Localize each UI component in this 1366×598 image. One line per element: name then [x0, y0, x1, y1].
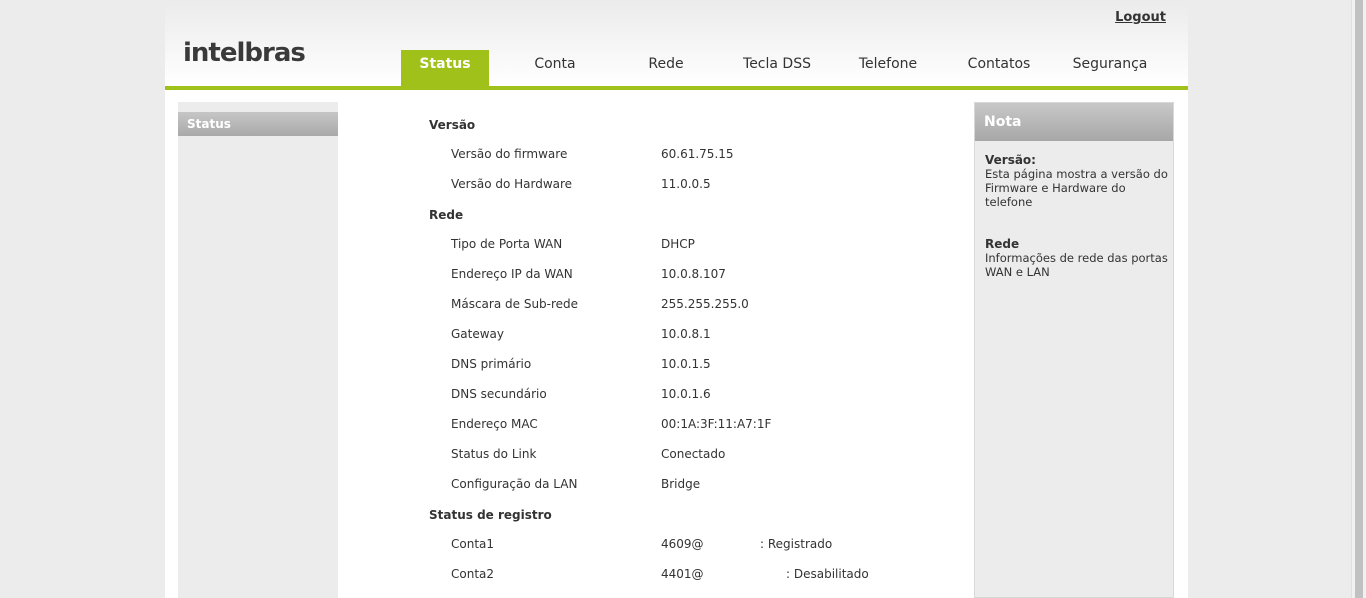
tab-tecla-dss[interactable]: Tecla DSS [733, 50, 821, 86]
nota-panel: Nota Versão: Esta página mostra a versão… [974, 102, 1174, 598]
row-value: 00:1A:3F:11:A7:1F [661, 417, 772, 431]
row-label: Endereço IP da WAN [451, 267, 573, 281]
nota-versao-text: Esta página mostra a versão do Firmware … [985, 167, 1168, 209]
row-value: 60.61.75.15 [661, 147, 734, 161]
row-label: Conta1 [451, 537, 495, 551]
intelbras-logo: intelbras [183, 38, 306, 68]
row-status: : Desabilitado [786, 567, 869, 581]
row-value: 10.0.1.6 [661, 387, 711, 401]
logout-link[interactable]: Logout [1115, 10, 1166, 25]
nota-title: Nota [975, 103, 1173, 141]
info-row: Endereço MAC 00:1A:3F:11:A7:1F [429, 410, 949, 440]
section-registro-title: Status de registro [429, 508, 552, 522]
row-status: : Registrado [760, 537, 833, 551]
nota-versao-title: Versão: [985, 153, 1036, 167]
nota-versao: Versão: Esta página mostra a versão do F… [985, 153, 1170, 209]
row-label: Gateway [451, 327, 505, 341]
row-label: Configuração da LAN [451, 477, 578, 491]
nota-rede-title: Rede [985, 237, 1020, 251]
row-label: Versão do Hardware [451, 177, 573, 191]
row-label: DNS primário [451, 357, 532, 371]
tab-contatos[interactable]: Contatos [955, 50, 1043, 86]
row-value: 4609@ [661, 537, 704, 551]
info-row: Conta2 4401@ : Desabilitado [429, 560, 949, 590]
row-value: 4401@ [661, 567, 704, 581]
info-row: Configuração da LAN Bridge [429, 470, 949, 500]
tab-seguranca[interactable]: Segurança [1066, 50, 1154, 86]
section-rede-title: Rede [429, 208, 464, 222]
info-row: Endereço IP da WAN 10.0.8.107 [429, 260, 949, 290]
row-value: 11.0.0.5 [661, 177, 711, 191]
row-value: Conectado [661, 447, 726, 461]
row-label: Conta2 [451, 567, 495, 581]
info-row: DNS primário 10.0.1.5 [429, 350, 949, 380]
row-value: 10.0.1.5 [661, 357, 711, 371]
info-row: DNS secundário 10.0.1.6 [429, 380, 949, 410]
info-row: Tipo de Porta WAN DHCP [429, 230, 949, 260]
row-label: Tipo de Porta WAN [451, 237, 563, 251]
row-value: 10.0.8.1 [661, 327, 711, 341]
row-label: Endereço MAC [451, 417, 538, 431]
row-value: Bridge [661, 477, 701, 491]
sidebar-item-status[interactable]: Status [178, 112, 338, 136]
header: intelbras Logout Status Conta Rede Tecla… [165, 0, 1188, 86]
section-versao-title: Versão [429, 118, 476, 132]
info-row: Máscara de Sub-rede 255.255.255.0 [429, 290, 949, 320]
row-label: DNS secundário [451, 387, 547, 401]
row-value: DHCP [661, 237, 695, 251]
info-row: Gateway 10.0.8.1 [429, 320, 949, 350]
tab-conta[interactable]: Conta [511, 50, 599, 86]
header-divider [165, 86, 1188, 90]
page-container: intelbras Logout Status Conta Rede Tecla… [165, 0, 1188, 598]
row-label: Status do Link [451, 447, 537, 461]
scrollbar-thumb[interactable] [1355, 0, 1363, 598]
info-row: Versão do Hardware 11.0.0.5 [429, 170, 949, 200]
tab-telefone[interactable]: Telefone [844, 50, 932, 86]
sidebar: Status [178, 102, 338, 598]
info-row: Status do Link Conectado [429, 440, 949, 470]
row-label: Máscara de Sub-rede [451, 297, 579, 311]
row-value: 255.255.255.0 [661, 297, 749, 311]
tab-status[interactable]: Status [401, 50, 489, 86]
info-row: Versão do firmware 60.61.75.15 [429, 140, 949, 170]
info-row: Conta1 4609@ : Registrado [429, 530, 949, 560]
row-value: 10.0.8.107 [661, 267, 726, 281]
row-label: Versão do firmware [451, 147, 568, 161]
nota-rede-text: Informações de rede das portas WAN e LAN [985, 251, 1168, 279]
page-scrollbar[interactable] [1351, 0, 1366, 598]
tab-rede[interactable]: Rede [622, 50, 710, 86]
nota-rede: Rede Informações de rede das portas WAN … [985, 237, 1170, 279]
